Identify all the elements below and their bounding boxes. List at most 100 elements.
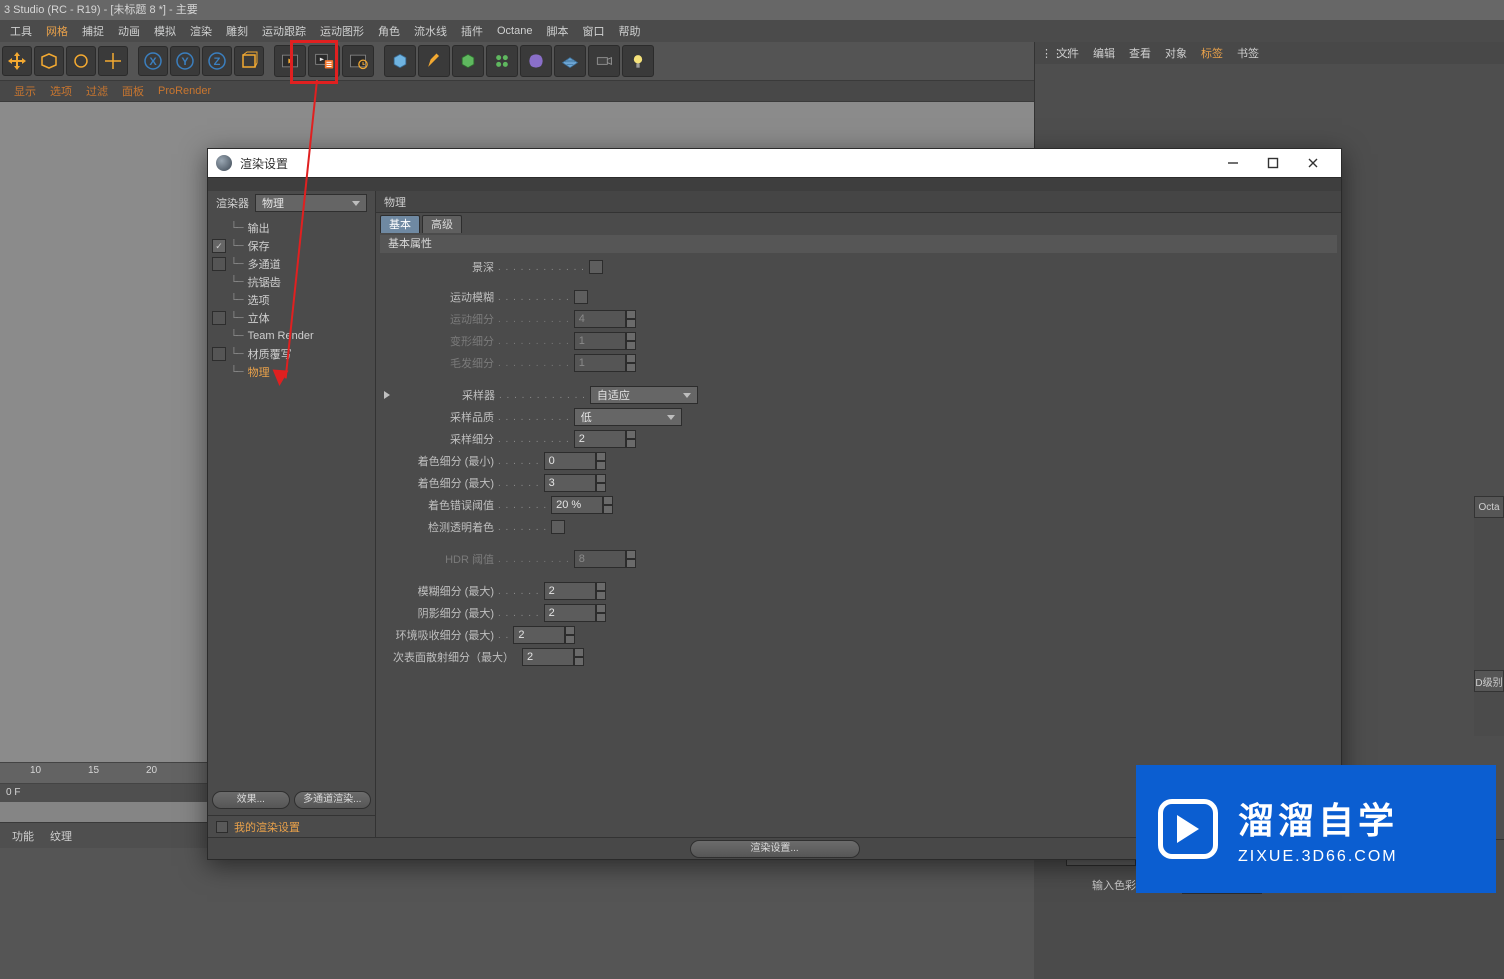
in-sssmax[interactable]: 2 [522,648,574,666]
in-hdr[interactable]: 8 [574,550,626,568]
subbar-options[interactable]: 选项 [50,83,72,99]
tick: 15 [88,765,99,776]
subbar-panel[interactable]: 面板 [122,83,144,99]
in-shademin[interactable]: 0 [544,452,596,470]
tool-render-settings-icon[interactable] [308,45,340,77]
twist-icon[interactable] [384,391,393,400]
tool-render-view-icon[interactable] [274,45,306,77]
in-blurmax[interactable]: 2 [544,582,596,600]
menu-mograph[interactable]: 运动图形 [320,23,364,39]
menu-snap[interactable]: 捕捉 [82,23,104,39]
cat-stereo[interactable]: └─立体 [208,309,375,327]
tool-render-queue-icon[interactable] [342,45,374,77]
cat-save[interactable]: ✓└─保存 [208,237,375,255]
cat-antialias[interactable]: └─抗锯齿 [208,273,375,291]
tab-texture[interactable]: 纹理 [50,828,72,844]
maximize-button[interactable] [1253,149,1293,177]
cat-matoverride[interactable]: └─材质覆写 [208,345,375,363]
tab-basic[interactable]: 基本 [380,215,420,233]
in-shademax[interactable]: 3 [544,474,596,492]
renderer-select[interactable]: 物理 [255,194,367,212]
cat-output[interactable]: └─输出 [208,219,375,237]
menu-render[interactable]: 渲染 [190,23,212,39]
tool-camera-icon[interactable] [588,45,620,77]
menu-octane[interactable]: Octane [497,25,532,37]
tool-mograph-icon[interactable] [486,45,518,77]
tab-advanced[interactable]: 高级 [422,215,462,233]
multipass-button[interactable]: 多通道渲染... [294,791,372,809]
effects-button[interactable]: 效果... [212,791,290,809]
cat-physical[interactable]: └─物理 [208,363,375,381]
om-view[interactable]: 查看 [1129,45,1151,61]
lbl-hdr: HDR 阈值 [445,551,494,567]
tool-lock-y-icon[interactable]: Y [170,46,200,76]
in-err[interactable]: 20 % [551,496,603,514]
sel-sampler[interactable]: 自适应 [590,386,698,404]
lbl-blurmax: 模糊细分 (最大) [418,583,494,599]
cat-options[interactable]: └─选项 [208,291,375,309]
svg-text:Z: Z [214,56,221,68]
in-defsub[interactable]: 1 [574,332,626,350]
cat-multipass[interactable]: └─多通道 [208,255,375,273]
in-shadowmax[interactable]: 2 [544,604,596,622]
right-vertical-tabs: Octa D级别 [1474,496,1504,736]
minimize-button[interactable] [1213,149,1253,177]
om-object[interactable]: 对象 [1165,45,1187,61]
tool-axis-icon[interactable] [98,46,128,76]
tool-circle-icon[interactable] [66,46,96,76]
menu-mesh[interactable]: 网格 [46,23,68,39]
section-basic-props: 基本属性 [380,235,1337,253]
menu-pipeline[interactable]: 流水线 [414,23,447,39]
menu-track[interactable]: 运动跟踪 [262,23,306,39]
dialog-titlebar[interactable]: 渲染设置 [208,149,1341,177]
in-hairsub[interactable]: 1 [574,354,626,372]
menu-window[interactable]: 窗口 [582,23,604,39]
vtab-octane[interactable]: Octa [1474,496,1504,518]
sel-quality[interactable]: 低 [574,408,682,426]
tool-nurbs-icon[interactable] [452,45,484,77]
om-edit[interactable]: 编辑 [1093,45,1115,61]
om-bookmark[interactable]: 书签 [1237,45,1259,61]
material-manager[interactable] [0,848,1034,979]
in-mbsub[interactable]: 4 [574,310,626,328]
lbl-defsub: 变形细分 [450,333,494,349]
in-aomax[interactable]: 2 [513,626,565,644]
settings-category-list: └─输出 ✓└─保存 └─多通道 └─抗锯齿 └─选项 └─立体 └─Team … [208,215,375,381]
chk-dof[interactable] [589,260,603,274]
menu-script[interactable]: 脚本 [546,23,568,39]
subbar-display[interactable]: 显示 [14,83,36,99]
tool-lock-z-icon[interactable]: Z [202,46,232,76]
menu-tools[interactable]: 工具 [10,23,32,39]
chk-motionblur[interactable] [574,290,588,304]
my-render-settings[interactable]: 我的渲染设置 [208,815,375,837]
in-sampsub[interactable]: 2 [574,430,626,448]
cat-teamrender[interactable]: └─Team Render [208,327,375,345]
tool-coord-icon[interactable] [234,46,264,76]
lbl-err: 着色错误阈值 [428,497,494,513]
lbl-sampler: 采样器 [462,387,495,403]
tool-deformer-icon[interactable] [520,45,552,77]
close-button[interactable] [1293,149,1333,177]
tool-prim-cube-icon[interactable] [384,45,416,77]
subbar-filter[interactable]: 过滤 [86,83,108,99]
tool-cube-icon[interactable] [34,46,64,76]
dialog-grip[interactable] [208,177,1341,191]
chk-detect[interactable] [551,520,565,534]
subbar-prorender[interactable]: ProRender [158,85,211,97]
menu-sculpt[interactable]: 雕刻 [226,23,248,39]
menu-plugins[interactable]: 插件 [461,23,483,39]
om-tags[interactable]: 标签 [1201,45,1223,61]
vtab-dlevel[interactable]: D级别 [1474,670,1504,692]
menu-anim[interactable]: 动画 [118,23,140,39]
lbl-detect: 检测透明着色 [428,519,494,535]
footer-render-settings-button[interactable]: 渲染设置... [690,840,860,858]
tool-move-icon[interactable] [2,46,32,76]
menu-char[interactable]: 角色 [378,23,400,39]
menu-sim[interactable]: 模拟 [154,23,176,39]
tab-function[interactable]: 功能 [12,828,34,844]
tool-floor-icon[interactable] [554,45,586,77]
tool-pen-icon[interactable] [418,45,450,77]
menu-help[interactable]: 帮助 [618,23,640,39]
tool-light-icon[interactable] [622,45,654,77]
tool-lock-x-icon[interactable]: X [138,46,168,76]
